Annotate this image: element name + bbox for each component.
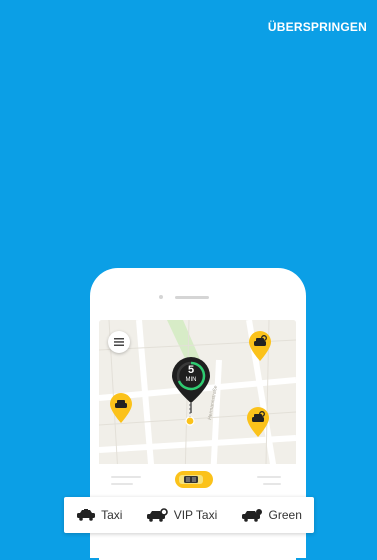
ride-type-taxi[interactable]: Taxi bbox=[76, 508, 122, 522]
eta-unit: MIN bbox=[185, 377, 197, 383]
taxi-car-icon bbox=[179, 475, 203, 484]
taxi-map-pin[interactable] bbox=[247, 330, 273, 362]
taxi-map-pin[interactable] bbox=[245, 406, 271, 438]
vip-taxi-icon bbox=[146, 508, 168, 522]
ride-type-bar: Taxi VIP Taxi Green bbox=[64, 497, 314, 533]
car-selector-toggle[interactable] bbox=[175, 471, 213, 488]
placeholder-line bbox=[263, 483, 281, 485]
green-taxi-icon bbox=[241, 509, 262, 522]
placeholder-line bbox=[111, 483, 133, 485]
ride-type-label: VIP Taxi bbox=[173, 508, 218, 522]
eta-pin: 5 MIN bbox=[171, 357, 211, 419]
ride-type-label: Green bbox=[268, 508, 302, 522]
menu-button[interactable] bbox=[108, 331, 130, 353]
eta-minutes: 5 bbox=[187, 364, 195, 376]
phone-camera bbox=[159, 295, 163, 299]
hamburger-icon bbox=[114, 338, 124, 346]
ride-type-green[interactable]: Green bbox=[241, 508, 302, 522]
placeholder-line bbox=[111, 476, 141, 478]
placeholder-line bbox=[257, 476, 281, 478]
taxi-icon bbox=[77, 509, 96, 521]
ride-type-vip-taxi[interactable]: VIP Taxi bbox=[146, 508, 218, 522]
ride-type-label: Taxi bbox=[101, 508, 123, 522]
phone-speaker bbox=[175, 296, 209, 299]
skip-button[interactable]: ÜBERSPRINGEN bbox=[268, 20, 367, 34]
taxi-map-pin[interactable] bbox=[108, 392, 134, 424]
